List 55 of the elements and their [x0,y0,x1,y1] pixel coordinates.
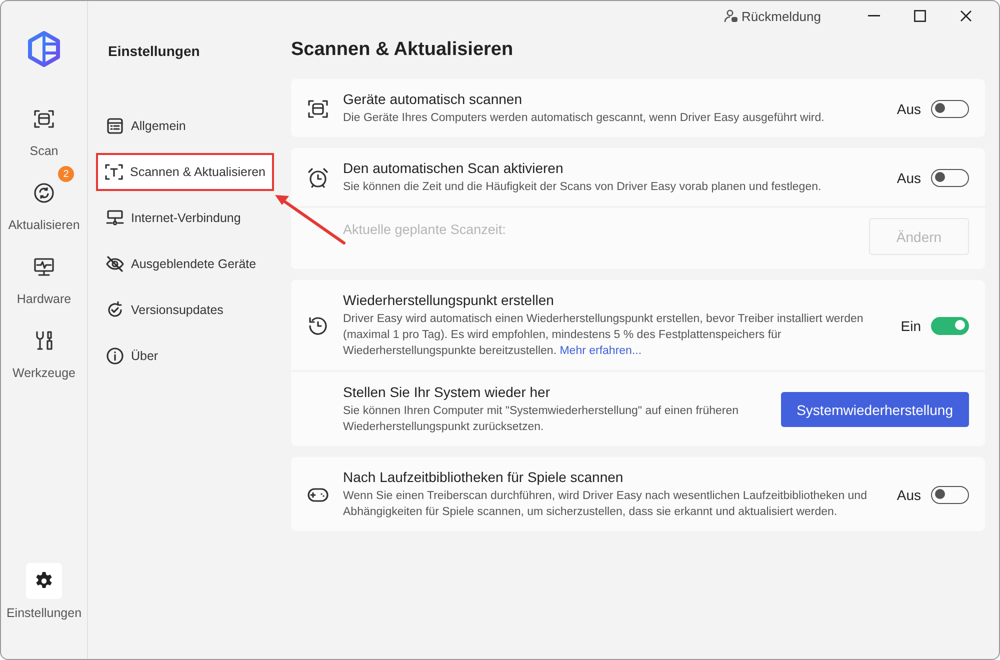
setting-description: Die Geräte Ihres Computers werden automatisch gescannt, wenn Driver Easy ausgeführt wird. [343,111,826,126]
network-monitor-icon [106,209,124,227]
settings-nav-item[interactable]: Scannen & Aktualisieren [96,153,274,191]
setting-title: Nach Laufzeitbibliotheken für Spiele scannen [343,469,624,485]
refresh-check-icon [106,301,124,319]
setting-description: Sie können die Zeit und die Häufigkeit der Scans von Driver Easy vorab planen und festlegen. [343,180,822,195]
toggle-switch[interactable] [931,100,969,118]
settings-title: Einstellungen [108,43,201,59]
count-badge: 2 [58,166,74,182]
monitor-pulse-icon [33,256,55,278]
list-icon [106,117,124,135]
scan-frame-icon [33,108,55,130]
eye-slash-icon [106,255,124,273]
maximize-icon [914,10,926,22]
schedule-label: Aktuelle geplante Scanzeit: [343,222,507,237]
rail-item[interactable]: Aktualisieren 2 [2,165,86,238]
settings-rail-item[interactable]: Einstellungen [2,553,86,626]
scan-frame-icon [307,98,329,120]
close-icon [960,10,972,22]
toggle-state-label: Aus [896,486,921,502]
alarm-clock-icon [307,166,329,188]
setting-title: Geräte automatisch scannen [343,91,523,107]
setting-description: Wenn Sie einen Treiberscan durchführen, wird Driver Easy nach wesentlichen Laufzeitbibliotheken und Abhängigkeiten für Spiele scannen, um sicherzustellen, dass sie erkannt und aktualisiert werden. [343,489,868,520]
minimize-icon [868,15,880,17]
settings-nav-item[interactable]: Über [96,337,274,375]
toggle-state-label: Ein [900,318,921,334]
page-title: Scannen & Aktualisieren [291,39,514,61]
rail-item[interactable]: Hardware [2,239,86,312]
setting-title: Stellen Sie Ihr System wieder her [343,384,551,400]
settings-nav-item[interactable]: Allgemein [96,107,274,145]
setting-description: Driver Easy wird automatisch einen Wiederherstellungspunkt erstellen, bevor Treiber installiert werden (maximal 1 pro Tag). Es wird empfohlen, mindestens 5 % des Festplattenspeichers für Wiederherstellungspunkte bereitzustellen. Mehr erfahren... [343,312,864,359]
toggle-switch[interactable] [931,168,969,186]
info-icon [106,347,124,365]
system-restore-button[interactable]: Systemwiederherstellung [780,392,969,427]
setting-title: Den automatischen Scan aktivieren [343,160,564,176]
text-scan-icon [105,163,123,181]
toggle-state-label: Aus [896,170,921,186]
settings-nav-item[interactable]: Versionsupdates [96,291,274,329]
history-icon [307,314,329,336]
toggle-state-label: Aus [896,100,921,116]
feedback-button[interactable]: Rückmeldung [720,6,825,26]
setting-title: Wiederherstellungspunkt erstellen [343,292,555,308]
app-logo [27,31,61,67]
rail-item[interactable]: Scan [2,91,86,164]
more-link[interactable]: Mehr erfahren... [560,345,642,357]
settings-icon [34,571,54,591]
user-chat-icon [724,9,738,23]
toggle-switch[interactable] [931,486,969,504]
setting-description: Sie können Ihren Computer mit "Systemwiederherstellung" auf einen früheren Wiederherstellungspunkt zurücksetzen. [343,404,740,435]
settings-nav-item[interactable]: Internet-Verbindung [96,199,274,237]
rail-item[interactable]: Werkzeuge [2,313,86,386]
settings-nav-item[interactable]: Ausgeblendete Geräte [96,245,274,283]
refresh-icon [33,182,55,204]
toggle-switch[interactable] [931,316,969,334]
wrench-screwdriver-icon [33,330,55,352]
